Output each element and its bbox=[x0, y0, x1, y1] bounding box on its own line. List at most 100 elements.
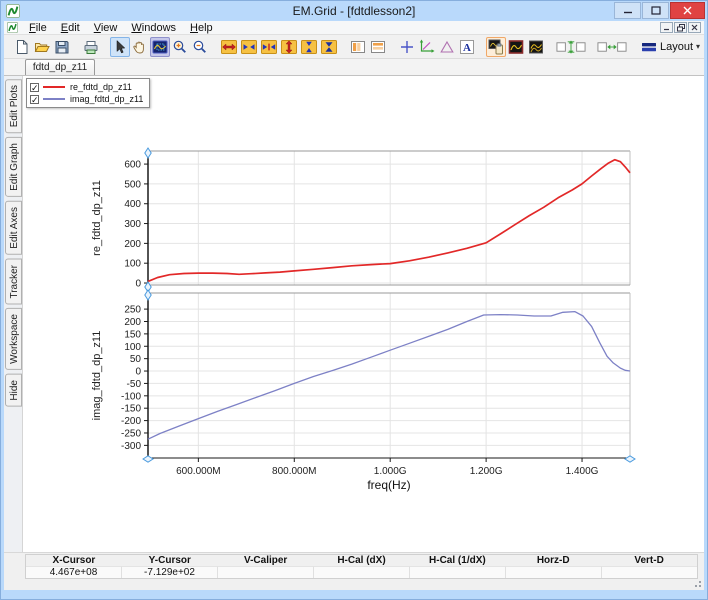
plots-canvas[interactable]: 0100200300400500600re_fdtd_dp_z11-300-25… bbox=[23, 76, 704, 552]
cursor-marker[interactable] bbox=[143, 456, 153, 462]
zoom-out-button[interactable] bbox=[190, 37, 210, 57]
status-value bbox=[410, 566, 506, 578]
plot-window-button[interactable] bbox=[506, 37, 526, 57]
center-vertical-button[interactable] bbox=[319, 37, 339, 57]
status-header: X-Cursor bbox=[26, 555, 122, 566]
toolbar: A Layout▾ bbox=[4, 35, 704, 59]
plot-area[interactable]: ✓re_fdtd_dp_z11✓imag_fdtd_dp_z11 0100200… bbox=[23, 76, 704, 552]
caliper-triangle-icon bbox=[439, 39, 455, 55]
crosshair-button[interactable] bbox=[397, 37, 417, 57]
vertical-caliper-button[interactable] bbox=[555, 37, 587, 57]
title-bar: EM.Grid - [fdtdlesson2] bbox=[1, 1, 707, 21]
pan-hand-icon bbox=[132, 39, 148, 55]
tracker-axes-button[interactable] bbox=[417, 37, 437, 57]
status-bar: X-CursorY-CursorV-CaliperH-Cal (dX)H-Cal… bbox=[4, 552, 704, 590]
add-text-icon: A bbox=[459, 39, 475, 55]
status-value: 4.467e+08 bbox=[26, 566, 122, 578]
save-button[interactable] bbox=[52, 37, 72, 57]
menu-edit[interactable]: Edit bbox=[54, 21, 87, 35]
zoom-in-icon bbox=[172, 39, 188, 55]
zoom-window-button[interactable] bbox=[150, 37, 170, 57]
caliper-triangle-button[interactable] bbox=[437, 37, 457, 57]
status-header: Vert-D bbox=[601, 555, 697, 566]
mdi-minimize-button[interactable] bbox=[660, 22, 673, 33]
new-file-icon bbox=[14, 39, 30, 55]
layout-dropdown[interactable]: Layout▾ bbox=[637, 37, 704, 57]
resize-grip-icon[interactable] bbox=[693, 579, 702, 588]
shrink-vertical-button[interactable] bbox=[299, 37, 319, 57]
status-header: V-Caliper bbox=[218, 555, 314, 566]
menu-file[interactable]: File bbox=[22, 21, 54, 35]
y-tick-label: 50 bbox=[130, 354, 142, 365]
horizontal-caliper-button[interactable] bbox=[596, 37, 628, 57]
sidebar-tab-hide[interactable]: Hide bbox=[5, 374, 22, 407]
menu-view[interactable]: View bbox=[87, 21, 125, 35]
zoom-in-button[interactable] bbox=[170, 37, 190, 57]
legend-entry: ✓re_fdtd_dp_z11 bbox=[30, 81, 143, 93]
status-header: Horz-D bbox=[505, 555, 601, 566]
y-tick-label: -150 bbox=[121, 404, 141, 415]
shrink-horizontal-button[interactable] bbox=[239, 37, 259, 57]
tab-fdtd-dp-z11[interactable]: fdtd_dp_z11 bbox=[25, 59, 95, 75]
sidebar-tab-edit-axes[interactable]: Edit Axes bbox=[5, 201, 22, 255]
menu-bar: FileEditViewWindowsHelp bbox=[4, 21, 704, 35]
zoom-out-icon bbox=[192, 39, 208, 55]
legend-checkbox[interactable]: ✓ bbox=[30, 95, 39, 104]
crosshair-icon bbox=[399, 39, 415, 55]
status-value bbox=[602, 566, 697, 578]
menu-windows[interactable]: Windows bbox=[124, 21, 183, 35]
status-value bbox=[506, 566, 602, 578]
mdi-close-icon bbox=[691, 24, 698, 31]
plots-window-button[interactable] bbox=[526, 37, 546, 57]
minimize-button[interactable] bbox=[614, 2, 641, 19]
plots-window-icon bbox=[528, 39, 544, 55]
expand-horizontal-button[interactable] bbox=[219, 37, 239, 57]
series-imag_fdtd_dp_z11 bbox=[148, 312, 630, 440]
copy-plot-button[interactable] bbox=[486, 37, 506, 57]
app-logo-icon bbox=[6, 4, 20, 18]
mdi-minimize-icon bbox=[663, 24, 670, 31]
minimize-icon bbox=[623, 6, 633, 15]
status-header: Y-Cursor bbox=[122, 555, 218, 566]
open-folder-button[interactable] bbox=[32, 37, 52, 57]
print-button[interactable] bbox=[81, 37, 101, 57]
x-axis-title: freq(Hz) bbox=[367, 478, 410, 492]
sidebar-tab-edit-plots[interactable]: Edit Plots bbox=[5, 79, 22, 133]
expand-vertical-button[interactable] bbox=[279, 37, 299, 57]
sidebar-tab-edit-graph[interactable]: Edit Graph bbox=[5, 137, 22, 197]
plot-re_fdtd_dp_z11: 0100200300400500600re_fdtd_dp_z11 bbox=[91, 151, 630, 290]
y-tick-label: 300 bbox=[124, 219, 141, 230]
close-button[interactable] bbox=[670, 2, 705, 19]
pan-hand-button[interactable] bbox=[130, 37, 150, 57]
new-file-button[interactable] bbox=[12, 37, 32, 57]
svg-text:A: A bbox=[463, 42, 471, 54]
sidebar-tab-tracker[interactable]: Tracker bbox=[5, 259, 22, 305]
cursor-marker[interactable] bbox=[145, 290, 151, 300]
y-tick-label: -50 bbox=[127, 379, 142, 390]
add-text-button[interactable]: A bbox=[457, 37, 477, 57]
mdi-close-button[interactable] bbox=[688, 22, 701, 33]
layout-icon bbox=[641, 39, 657, 55]
y-tick-label: -300 bbox=[121, 441, 141, 452]
x-tick-label: 600.000M bbox=[176, 466, 220, 477]
select-arrow-button[interactable] bbox=[110, 37, 130, 57]
print-icon bbox=[83, 39, 99, 55]
legend-checkbox[interactable]: ✓ bbox=[30, 83, 39, 92]
mdi-restore-icon bbox=[677, 24, 685, 32]
split-columns-button[interactable] bbox=[348, 37, 368, 57]
menu-help[interactable]: Help bbox=[183, 21, 220, 35]
sidebar-tab-workspace[interactable]: Workspace bbox=[5, 308, 22, 370]
y-tick-label: 100 bbox=[124, 342, 141, 353]
center-horizontal-button[interactable] bbox=[259, 37, 279, 57]
split-rows-button[interactable] bbox=[368, 37, 388, 57]
split-columns-icon bbox=[350, 39, 366, 55]
cursor-marker[interactable] bbox=[145, 148, 151, 158]
mdi-restore-button[interactable] bbox=[674, 22, 687, 33]
sidebar: Edit Plots Edit Graph Edit Axes Tracker Work… bbox=[4, 76, 23, 552]
maximize-button[interactable] bbox=[642, 2, 669, 19]
x-tick-label: 800.000M bbox=[272, 466, 316, 477]
y-tick-label: 400 bbox=[124, 199, 141, 210]
cursor-marker[interactable] bbox=[625, 456, 635, 462]
y-tick-label: 200 bbox=[124, 239, 141, 250]
y-tick-label: 0 bbox=[135, 367, 141, 378]
